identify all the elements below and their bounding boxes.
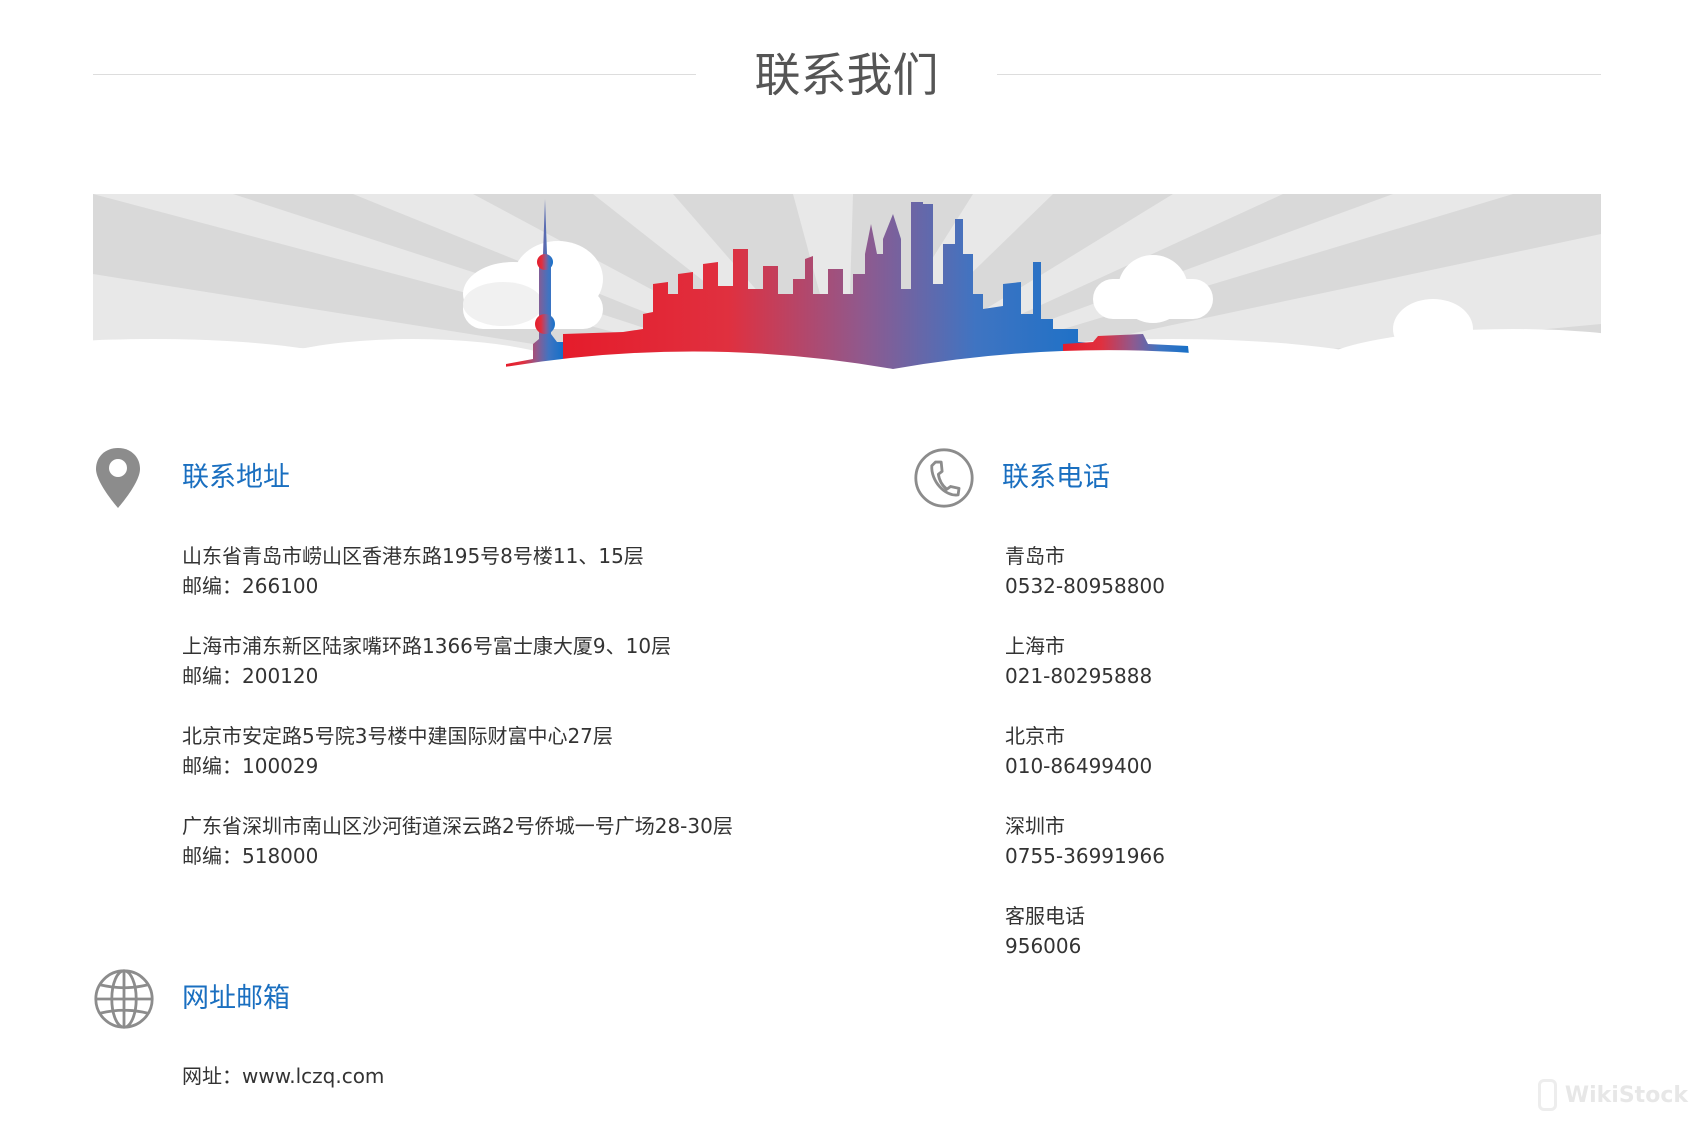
map-pin-icon (93, 445, 155, 511)
phone-city: 客服电话 (1005, 904, 1085, 928)
address-text: 上海市浦东新区陆家嘴环路1366号富士康大厦9、10层 (182, 634, 672, 658)
phone-city: 北京市 (1005, 724, 1065, 748)
phone-city: 深圳市 (1005, 814, 1065, 838)
title-divider-left (93, 74, 696, 75)
phone-list: 青岛市 0532-80958800 上海市 021-80295888 北京市 0… (1005, 541, 1165, 991)
phone-item: 北京市 010-86499400 (1005, 721, 1165, 781)
postcode-text: 邮编：200120 (182, 664, 319, 688)
watermark: WikiStock (1538, 1075, 1688, 1115)
globe-icon (93, 966, 155, 1032)
phone-section-title: 联系电话 (1002, 462, 1110, 493)
postcode-text: 邮编：100029 (182, 754, 319, 778)
phone-icon (913, 445, 975, 511)
web-section-title: 网址邮箱 (182, 983, 290, 1014)
address-item: 北京市安定路5号院3号楼中建国际财富中心27层 邮编：100029 (182, 721, 733, 781)
city-skyline-banner (93, 194, 1601, 374)
watermark-logo-icon (1538, 1079, 1557, 1111)
address-text: 山东省青岛市崂山区香港东路195号8号楼11、15层 (182, 544, 644, 568)
address-item: 广东省深圳市南山区沙河街道深云路2号侨城一号广场28-30层 邮编：518000 (182, 811, 733, 871)
address-list: 山东省青岛市崂山区香港东路195号8号楼11、15层 邮编：266100 上海市… (182, 541, 733, 901)
address-text: 北京市安定路5号院3号楼中建国际财富中心27层 (182, 724, 613, 748)
address-section-header: 联系地址 (93, 445, 290, 511)
title-divider-right (997, 74, 1601, 75)
web-info: 网址：www.lczq.com (182, 1061, 384, 1091)
address-section-title: 联系地址 (182, 462, 290, 493)
address-item: 上海市浦东新区陆家嘴环路1366号富士康大厦9、10层 邮编：200120 (182, 631, 733, 691)
phone-item: 上海市 021-80295888 (1005, 631, 1165, 691)
phone-city: 青岛市 (1005, 544, 1065, 568)
website-link[interactable]: 网址：www.lczq.com (182, 1061, 384, 1091)
phone-number: 021-80295888 (1005, 664, 1153, 688)
phone-item: 客服电话 956006 (1005, 901, 1165, 961)
page-header: 联系我们 (93, 40, 1601, 110)
phone-number: 0755-36991966 (1005, 844, 1165, 868)
address-text: 广东省深圳市南山区沙河街道深云路2号侨城一号广场28-30层 (182, 814, 733, 838)
phone-number: 0532-80958800 (1005, 574, 1165, 598)
postcode-text: 邮编：518000 (182, 844, 319, 868)
address-item: 山东省青岛市崂山区香港东路195号8号楼11、15层 邮编：266100 (182, 541, 733, 601)
web-section-header: 网址邮箱 (93, 966, 290, 1032)
phone-number: 956006 (1005, 934, 1082, 958)
watermark-text: WikiStock (1564, 1082, 1688, 1108)
postcode-text: 邮编：266100 (182, 574, 319, 598)
page-title: 联系我们 (754, 48, 939, 102)
phone-number: 010-86499400 (1005, 754, 1153, 778)
phone-item: 深圳市 0755-36991966 (1005, 811, 1165, 871)
phone-section-header: 联系电话 (913, 445, 1110, 511)
phone-city: 上海市 (1005, 634, 1065, 658)
phone-item: 青岛市 0532-80958800 (1005, 541, 1165, 601)
